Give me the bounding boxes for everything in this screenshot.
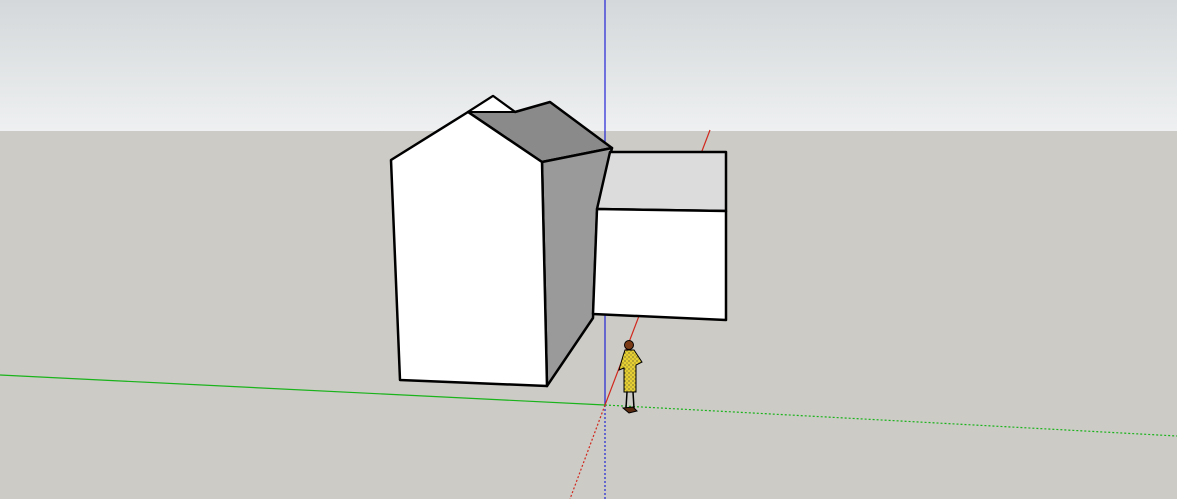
house-front-face[interactable] (389, 110, 549, 388)
sky (0, 0, 1177, 131)
model-viewport[interactable] (0, 0, 1177, 499)
person-head (624, 340, 634, 350)
person-leg-left (625, 391, 628, 409)
scene-canvas[interactable] (0, 0, 1177, 499)
person-leg-right (632, 391, 635, 409)
annex-front-face[interactable] (591, 207, 728, 322)
annex-top-face[interactable] (595, 150, 728, 213)
